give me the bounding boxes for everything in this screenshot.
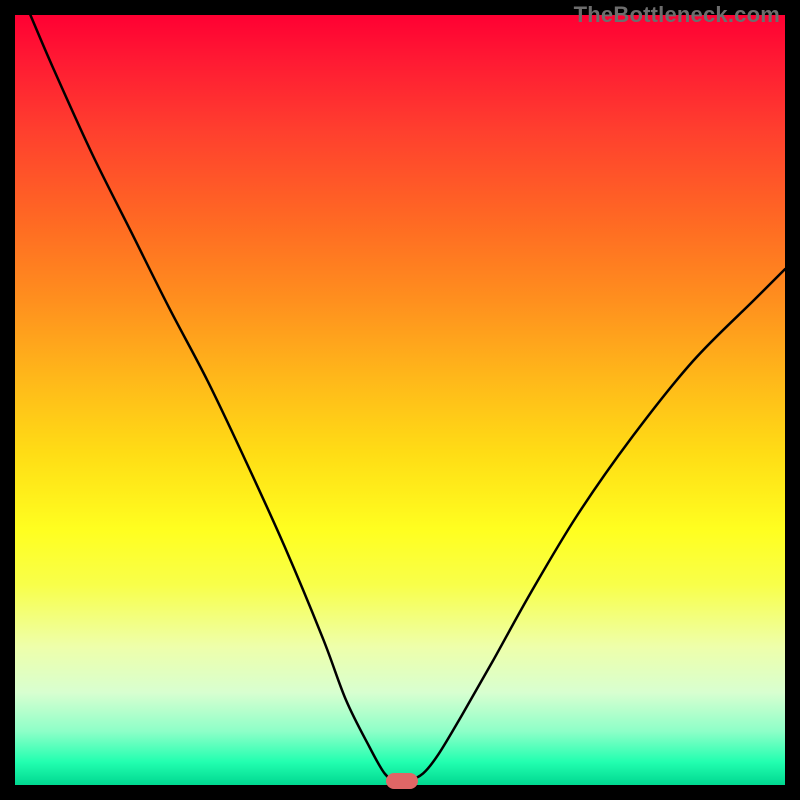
optimum-marker: [386, 773, 418, 789]
bottleneck-curve: [15, 15, 785, 785]
plot-area: [15, 15, 785, 785]
chart-frame: TheBottleneck.com: [0, 0, 800, 800]
